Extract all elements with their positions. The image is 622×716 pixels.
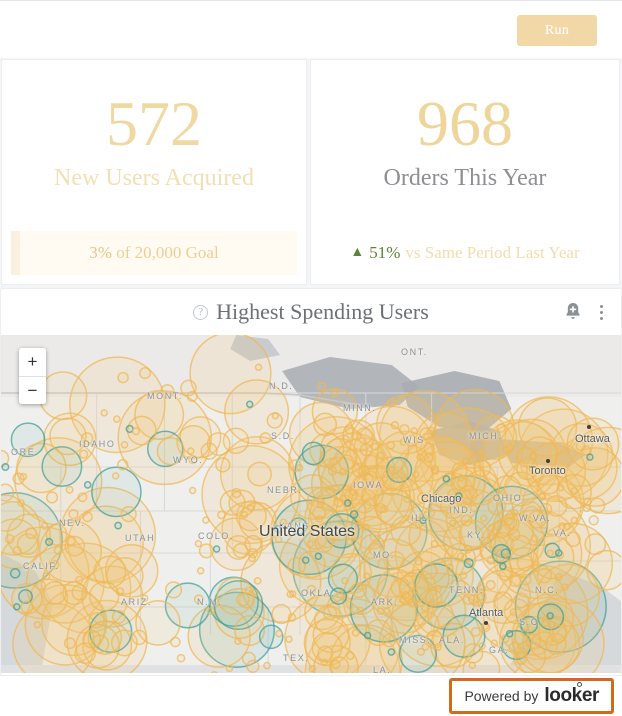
- map-city-dot: [484, 621, 488, 625]
- map-state-label: KY.: [467, 530, 485, 540]
- map-city-dot: [587, 425, 591, 429]
- goal-percent: 3%: [89, 243, 112, 262]
- goal-progress-text: 3% of 20,000 Goal: [89, 243, 218, 263]
- powered-by-looker-badge[interactable]: Powered by looker: [449, 678, 614, 714]
- map-state-label: UTAH: [125, 533, 155, 543]
- map-state-label: VA.: [553, 528, 572, 538]
- map-city-dot: [546, 459, 550, 463]
- map-state-label: LA.: [373, 665, 391, 673]
- map-state-label: N.C.: [535, 585, 559, 595]
- tile-body: 572 New Users Acquired: [2, 60, 306, 231]
- looker-brand-text: looker: [544, 685, 599, 706]
- map-state-label: ARIZ.: [121, 597, 152, 607]
- map-state-label: TEX.: [283, 653, 309, 663]
- map-state-label: S.D.: [271, 431, 295, 441]
- map-state-label: N.D.: [269, 381, 293, 391]
- map-state-label: ORE.: [11, 447, 39, 457]
- tile-orders-this-year[interactable]: 968 Orders This Year ▲ 51% vs Same Perio…: [310, 59, 620, 285]
- map-city-label: Toronto: [529, 465, 566, 477]
- map-zoom-controls[interactable]: + −: [19, 348, 46, 404]
- map-state-label: MINN.: [343, 403, 377, 413]
- map-state-label: IDAHO: [79, 439, 116, 449]
- map-state-label: TENN.: [449, 585, 484, 595]
- orders-value: 968: [417, 92, 513, 156]
- map-state-label: MISS.: [399, 635, 432, 645]
- map-state-label: N.M.: [197, 597, 222, 607]
- orders-delta: 51%: [369, 243, 400, 263]
- new-users-value: 572: [106, 92, 202, 156]
- help-icon[interactable]: ?: [193, 305, 208, 320]
- map-state-label: OKLA.: [301, 588, 336, 598]
- map-state-label: WYO.: [173, 455, 203, 465]
- kebab-dot: [600, 317, 603, 320]
- map-state-label: ALA.: [439, 635, 465, 645]
- map-state-label: GA.: [489, 645, 509, 655]
- map-state-label: MONT.: [147, 391, 183, 401]
- powered-by-text: Powered by: [464, 688, 538, 704]
- tile-new-users-acquired[interactable]: 572 New Users Acquired 3% of 20,000 Goal: [1, 59, 307, 285]
- map-state-label: ARK.: [371, 597, 398, 607]
- dashboard-footer: Powered by looker: [0, 676, 622, 716]
- looker-dot-icon: [577, 682, 582, 687]
- map-state-label: IND.: [449, 505, 473, 515]
- orders-label: Orders This Year: [384, 164, 547, 193]
- looker-wordmark: looker: [544, 685, 599, 707]
- map-state-label: COLO.: [198, 531, 234, 541]
- orders-comparison-text: vs Same Period Last Year: [405, 243, 579, 263]
- map-state-label: ONT.: [401, 347, 428, 357]
- map-state-label: WIS.: [403, 435, 429, 445]
- map-state-label: IOWA: [353, 480, 383, 490]
- goal-rest: of 20,000 Goal: [116, 243, 218, 262]
- map-city-label: Atlanta: [469, 607, 503, 619]
- map-tile: ? Highest Spending Users: [0, 288, 622, 676]
- new-users-label: New Users Acquired: [54, 164, 254, 193]
- tile-body: 968 Orders This Year: [311, 60, 619, 231]
- orders-comparison: ▲ 51% vs Same Period Last Year: [311, 231, 619, 275]
- map-state-label: ILL.: [411, 513, 432, 523]
- trend-up-icon: ▲: [350, 246, 364, 260]
- map-state-label: NEV.: [59, 518, 86, 528]
- goal-progress-fill: [11, 231, 20, 275]
- map-label-layer: ONT. N.D. MONT. MINN. S.D. IDAHO WIS. MICH. ORE.…: [1, 335, 621, 673]
- dashboard-toolbar: Run: [0, 0, 622, 58]
- bell-plus-icon[interactable]: [563, 301, 583, 323]
- map-city-label: Chicago: [421, 493, 461, 505]
- map-tile-header: ? Highest Spending Users: [1, 289, 621, 335]
- map-state-label: MO.: [373, 550, 395, 560]
- map-state-label: MICH.: [469, 431, 503, 441]
- dashboard-root: Run 572 New Users Acquired 3% of 20,000 …: [0, 0, 622, 716]
- zoom-in-button[interactable]: +: [19, 348, 46, 376]
- map-state-label: KANS.: [279, 521, 314, 531]
- map-state-label: W.VA.: [519, 513, 551, 523]
- kebab-dot: [600, 311, 603, 314]
- map-state-label: NEBR.: [267, 485, 303, 495]
- kebab-menu-icon[interactable]: [593, 301, 609, 323]
- map-title-wrap: ? Highest Spending Users: [193, 299, 429, 325]
- kpi-tile-row: 572 New Users Acquired 3% of 20,000 Goal…: [0, 59, 622, 285]
- map-tile-title: Highest Spending Users: [216, 299, 429, 325]
- map-state-label: OHIO: [493, 493, 522, 503]
- goal-progress-bar: 3% of 20,000 Goal: [11, 231, 297, 275]
- map-state-label: CALIF.: [23, 561, 60, 571]
- kebab-dot: [600, 305, 603, 308]
- map-state-label: S.C.: [519, 617, 543, 627]
- map-country-label: United States: [259, 523, 355, 541]
- map-header-actions: [563, 289, 609, 335]
- zoom-out-button[interactable]: −: [19, 376, 46, 404]
- map-city-label: Ottawa: [575, 433, 610, 445]
- run-button[interactable]: Run: [517, 15, 597, 46]
- map-canvas[interactable]: + − ONT. N.D. MONT. MINN. S.D. IDAHO WIS. MICH.…: [1, 335, 621, 673]
